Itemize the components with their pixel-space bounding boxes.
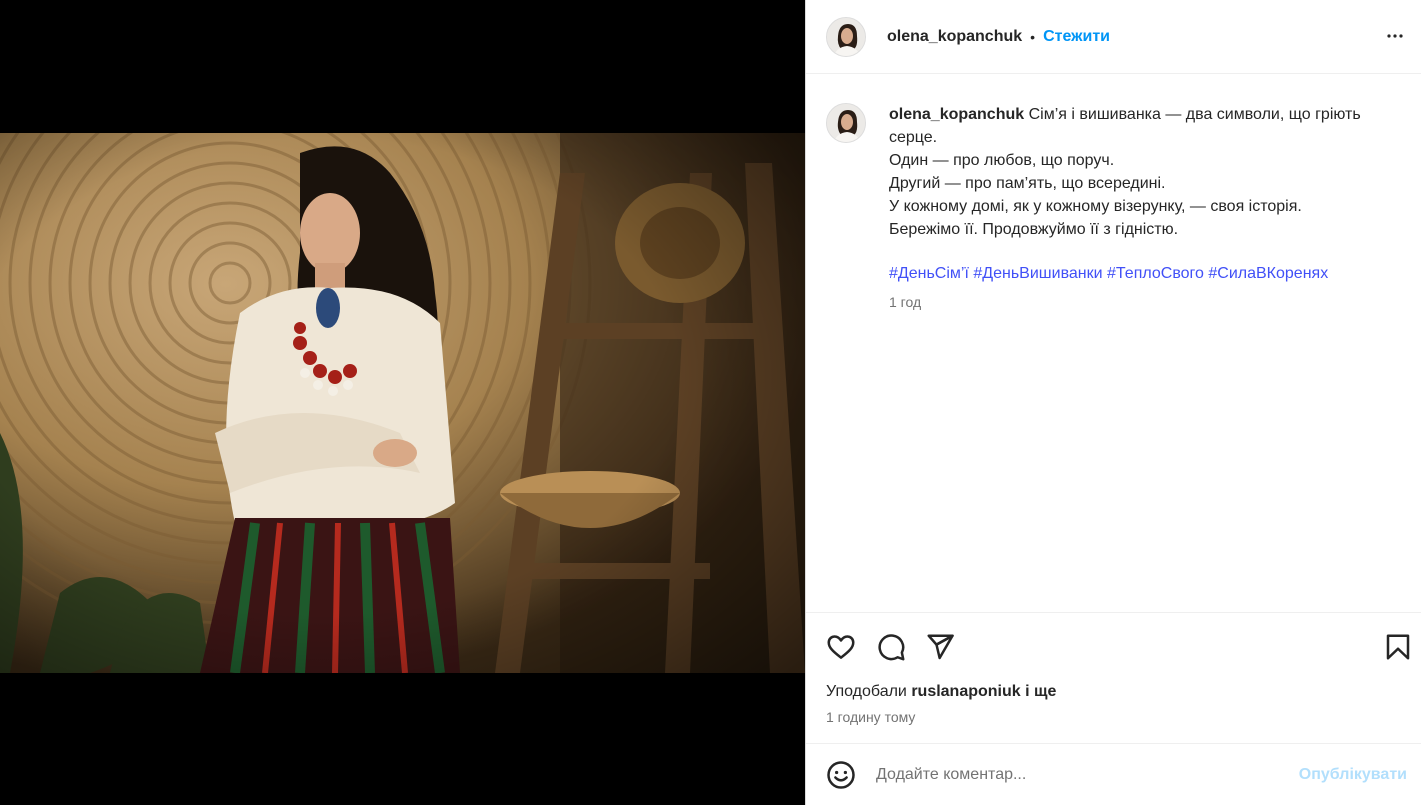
hashtag-link[interactable]: #ДеньВишиванки xyxy=(973,265,1102,282)
post-photo[interactable] xyxy=(0,133,805,673)
post-sidebar: olena_kopanchuk • Стежити olena_kopanchu… xyxy=(805,0,1421,805)
hashtag-link[interactable]: #ТеплоСвого xyxy=(1107,265,1204,282)
comment-icon[interactable] xyxy=(876,632,906,662)
follow-button[interactable]: Стежити xyxy=(1043,28,1110,46)
send-icon[interactable] xyxy=(925,632,955,662)
post-header: olena_kopanchuk • Стежити xyxy=(806,0,1421,74)
author-username[interactable]: olena_kopanchuk xyxy=(887,28,1022,46)
post-viewer: olena_kopanchuk • Стежити olena_kopanchu… xyxy=(0,0,1421,805)
caption-timestamp[interactable]: 1 год xyxy=(889,291,1406,314)
likes-more-link[interactable]: і ще xyxy=(1025,683,1056,700)
liker-username[interactable]: ruslanaponiuk xyxy=(911,683,1020,700)
likes-summary: Уподобали ruslanaponiuk і ще xyxy=(826,683,1056,701)
likes-prefix: Уподобали xyxy=(826,683,907,700)
post-caption: olena_kopanchuk Сім’я і вишиванка — два … xyxy=(826,103,1406,314)
hashtag-list: #ДеньСім’ї #ДеньВишиванки #ТеплоСвого #С… xyxy=(889,262,1406,285)
author-avatar[interactable] xyxy=(826,16,866,57)
caption-line-3: Другий — про пам’ять, що всередині. xyxy=(889,175,1166,192)
hashtag-link[interactable]: #СилаВКоренях xyxy=(1208,265,1328,282)
caption-line-2: Один — про любов, що поруч. xyxy=(889,152,1115,169)
caption-line-5: Бережімо її. Продовжуймо її з гідністю. xyxy=(889,221,1179,238)
separator-dot: • xyxy=(1030,28,1036,45)
comment-input[interactable] xyxy=(876,765,1276,784)
caption-username[interactable]: olena_kopanchuk xyxy=(889,106,1024,123)
bookmark-icon[interactable] xyxy=(1383,632,1413,662)
more-horizontal-icon[interactable] xyxy=(1383,24,1407,48)
hashtag-link[interactable]: #ДеньСім’ї xyxy=(889,265,969,282)
emoji-icon[interactable] xyxy=(826,760,856,790)
caption-text: olena_kopanchuk Сім’я і вишиванка — два … xyxy=(889,103,1406,314)
action-bar xyxy=(806,612,1421,679)
comment-bar: Опублікувати xyxy=(806,743,1421,805)
publish-button[interactable]: Опублікувати xyxy=(1299,766,1407,784)
post-timestamp[interactable]: 1 годину тому xyxy=(826,709,915,725)
heart-icon[interactable] xyxy=(826,632,856,662)
caption-line-4: У кожному домі, як у кожному візерунку, … xyxy=(889,198,1302,215)
caption-avatar[interactable] xyxy=(826,103,866,143)
media-panel xyxy=(0,0,805,805)
